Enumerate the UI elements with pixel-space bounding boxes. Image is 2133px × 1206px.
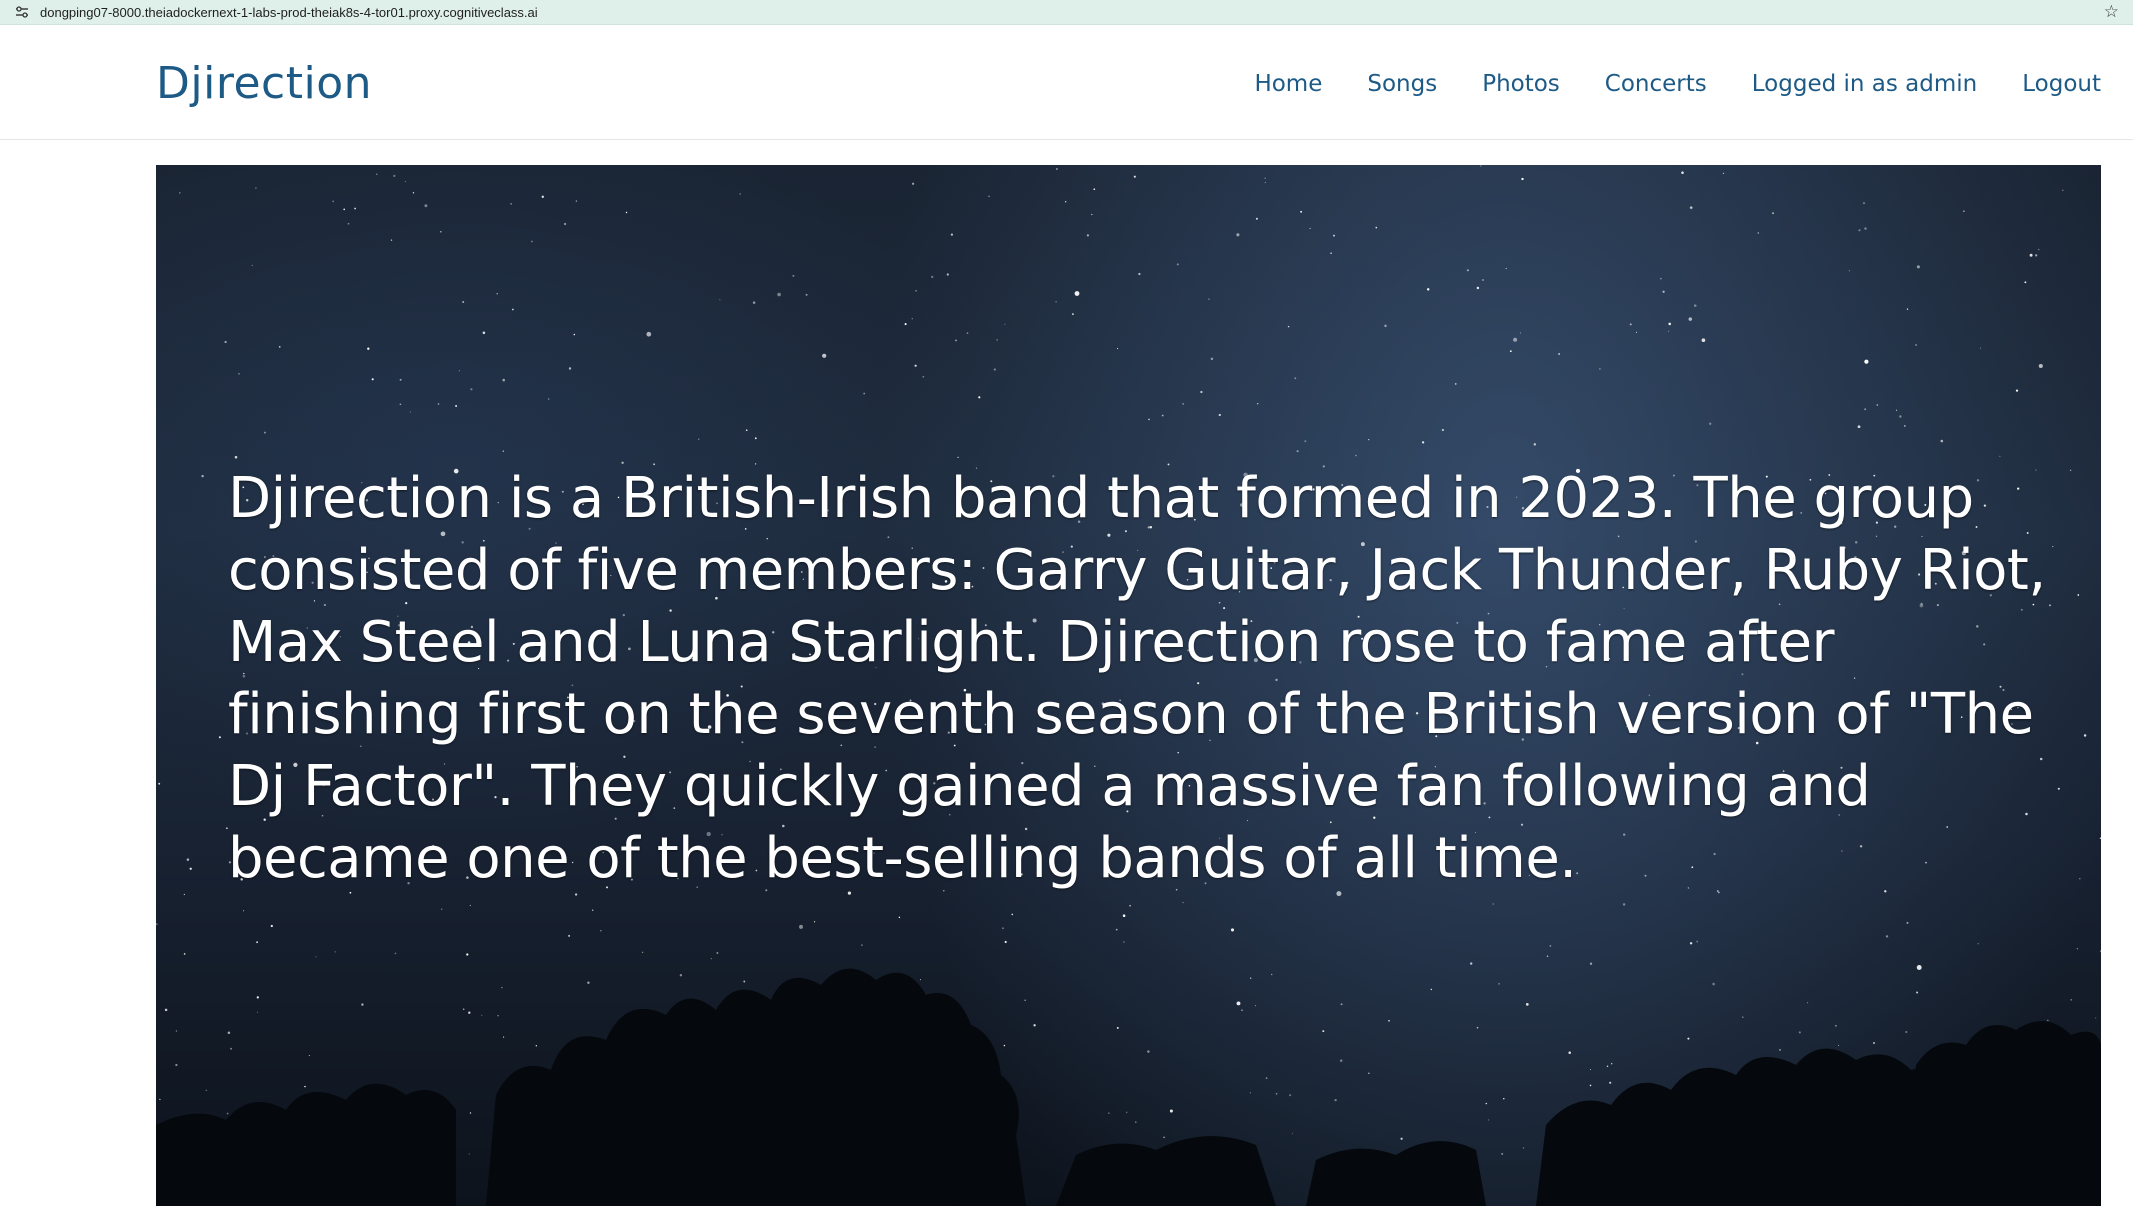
nav-user-link[interactable]: Logged in as admin <box>1752 69 1977 99</box>
nav-logout-link[interactable]: Logout <box>2022 69 2101 99</box>
nav-songs-link[interactable]: Songs <box>1367 69 1437 99</box>
star-outline-icon[interactable]: ☆ <box>2104 3 2119 21</box>
nav-home-link[interactable]: Home <box>1254 69 1322 99</box>
tune-icon[interactable] <box>14 5 30 19</box>
browser-address-bar[interactable]: dongping07-8000.theiadockernext-1-labs-p… <box>0 0 2133 25</box>
site-navbar: Djirection Home Songs Photos Concerts Lo… <box>0 26 2133 140</box>
brand-logo-link[interactable]: Djirection <box>156 58 372 110</box>
hero-banner: Djirection is a British-Irish band that … <box>156 165 2101 1206</box>
url-text[interactable]: dongping07-8000.theiadockernext-1-labs-p… <box>40 5 538 20</box>
hero-description: Djirection is a British-Irish band that … <box>228 466 2046 891</box>
nav-photos-link[interactable]: Photos <box>1482 69 1560 99</box>
nav-concerts-link[interactable]: Concerts <box>1605 69 1707 99</box>
nav-links: Home Songs Photos Concerts Logged in as … <box>1209 69 2101 99</box>
tree-silhouette <box>156 968 2101 1206</box>
